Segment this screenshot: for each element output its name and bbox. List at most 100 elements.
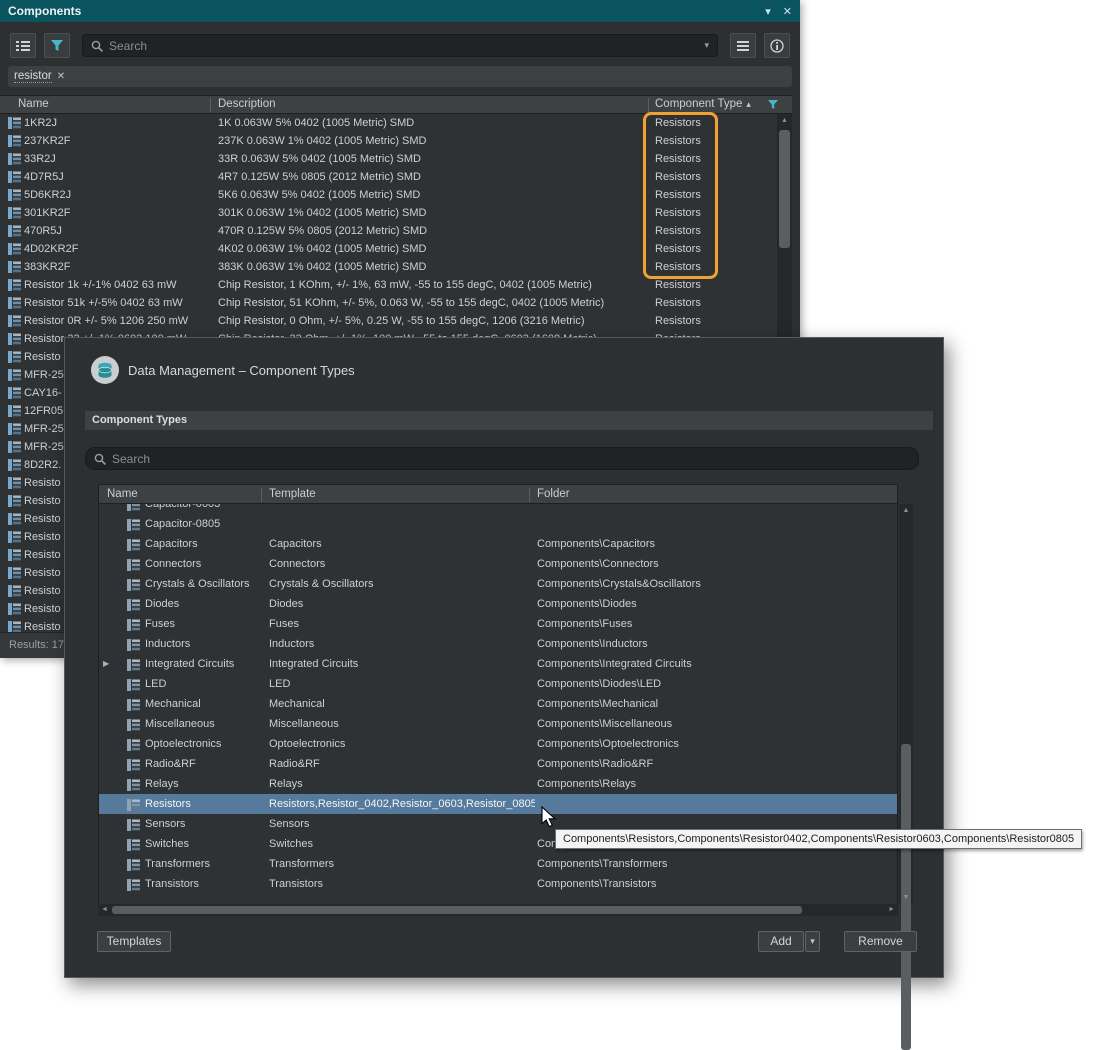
component-type-row[interactable]: ▶ Integrated Circuits Integrated Circuit… bbox=[99, 654, 897, 674]
component-type: Resistors bbox=[655, 186, 701, 204]
remove-button[interactable]: Remove bbox=[844, 931, 917, 952]
expand-icon[interactable]: ▶ bbox=[103, 654, 109, 674]
component-type-row[interactable]: Crystals & Oscillators Crystals & Oscill… bbox=[99, 574, 897, 594]
scroll-up-icon[interactable]: ▲ bbox=[899, 507, 913, 514]
component-type: Resistors bbox=[655, 258, 701, 276]
type-folder: Components\Fuses bbox=[537, 614, 632, 634]
component-type-row[interactable]: Fuses Fuses Components\Fuses bbox=[99, 614, 897, 634]
component-type-row[interactable]: Inductors Inductors Components\Inductors bbox=[99, 634, 897, 654]
table-row[interactable]: Resistor 1k +/-1% 0402 63 mW Chip Resist… bbox=[0, 276, 777, 294]
component-description: 383K 0.063W 1% 0402 (1005 Metric) SMD bbox=[218, 258, 427, 276]
search-icon bbox=[91, 40, 103, 52]
component-description: 301K 0.063W 1% 0402 (1005 Metric) SMD bbox=[218, 204, 427, 222]
component-type-row[interactable]: Diodes Diodes Components\Diodes bbox=[99, 594, 897, 614]
type-name: Crystals & Oscillators bbox=[145, 574, 250, 594]
search-history-dropdown-icon[interactable]: ▾ bbox=[704, 40, 709, 51]
type-template: Mechanical bbox=[269, 694, 325, 714]
component-type-row[interactable]: LED LED Components\Diodes\LED bbox=[99, 674, 897, 694]
component-type-row[interactable]: Connectors Connectors Components\Connect… bbox=[99, 554, 897, 574]
component-name: 301KR2F bbox=[24, 204, 70, 222]
filter-chip-label[interactable]: resistor bbox=[14, 70, 52, 83]
table-row[interactable]: 1KR2J 1K 0.063W 5% 0402 (1005 Metric) SM… bbox=[0, 114, 777, 132]
table-row[interactable]: 4D7R5J 4R7 0.125W 5% 0805 (2012 Metric) … bbox=[0, 168, 777, 186]
component-type-row[interactable]: Relays Relays Components\Relays bbox=[99, 774, 897, 794]
type-folder: Components\Transistors bbox=[537, 874, 656, 894]
type-folder: Components\Integrated Circuits bbox=[537, 654, 692, 674]
add-button[interactable]: Add bbox=[758, 931, 804, 952]
column-header-folder[interactable]: Folder bbox=[537, 485, 570, 503]
table-row[interactable]: 383KR2F 383K 0.063W 1% 0402 (1005 Metric… bbox=[0, 258, 777, 276]
table-row[interactable]: 301KR2F 301K 0.063W 1% 0402 (1005 Metric… bbox=[0, 204, 777, 222]
type-template: Inductors bbox=[269, 634, 314, 654]
type-name: Resistors bbox=[145, 794, 191, 814]
component-name: 237KR2F bbox=[24, 132, 70, 150]
type-template: Switches bbox=[269, 834, 313, 854]
type-name: LED bbox=[145, 674, 166, 694]
component-type-row[interactable]: Transformers Transformers Components\Tra… bbox=[99, 854, 897, 874]
type-template: Miscellaneous bbox=[269, 714, 339, 734]
component-type-row[interactable]: Miscellaneous Miscellaneous Components\M… bbox=[99, 714, 897, 734]
column-header-name[interactable]: Name bbox=[18, 96, 49, 113]
dialog-horizontal-scrollbar[interactable]: ◄ ► bbox=[98, 904, 898, 916]
component-description: 4K02 0.063W 1% 0402 (1005 Metric) SMD bbox=[218, 240, 427, 258]
table-row[interactable]: 237KR2F 237K 0.063W 1% 0402 (1005 Metric… bbox=[0, 132, 777, 150]
filter-chip-close-icon[interactable]: ✕ bbox=[57, 71, 65, 82]
component-name: Resisto bbox=[24, 582, 61, 600]
type-template: Transformers bbox=[269, 854, 334, 874]
type-name: Sensors bbox=[145, 814, 185, 834]
scroll-down-icon[interactable]: ▼ bbox=[899, 894, 913, 901]
component-description: Chip Resistor, 1 KOhm, +/- 1%, 63 mW, -5… bbox=[218, 276, 592, 294]
info-button[interactable] bbox=[764, 33, 790, 58]
type-name: Inductors bbox=[145, 634, 190, 654]
type-folder: Components\Crystals&Oscillators bbox=[537, 574, 701, 594]
panel-menu-icon[interactable]: ▾ bbox=[765, 5, 771, 18]
panel-titlebar: Components ▾ ✕ bbox=[0, 0, 800, 22]
type-template: Radio&RF bbox=[269, 754, 320, 774]
templates-button[interactable]: Templates bbox=[97, 931, 171, 952]
panel-options-button[interactable] bbox=[730, 33, 756, 58]
component-type-icon bbox=[127, 878, 140, 898]
info-icon bbox=[770, 39, 784, 53]
component-type-row[interactable]: Capacitors Capacitors Components\Capacit… bbox=[99, 534, 897, 554]
component-name: 12FR05 bbox=[24, 402, 63, 420]
component-type-row[interactable]: Optoelectronics Optoelectronics Componen… bbox=[99, 734, 897, 754]
column-header-component-type[interactable]: Component Type▴ bbox=[655, 96, 751, 113]
sort-ascending-icon: ▴ bbox=[746, 99, 751, 109]
component-type: Resistors bbox=[655, 240, 701, 258]
component-name: Resisto bbox=[24, 600, 61, 618]
column-header-template[interactable]: Template bbox=[269, 485, 316, 503]
table-row[interactable]: 33R2J 33R 0.063W 5% 0402 (1005 Metric) S… bbox=[0, 150, 777, 168]
table-row[interactable]: 5D6KR2J 5K6 0.063W 5% 0402 (1005 Metric)… bbox=[0, 186, 777, 204]
component-type-row[interactable]: Capacitor-0805 bbox=[99, 514, 897, 534]
component-type-row[interactable]: Capacitor-0603 bbox=[99, 504, 897, 514]
column-header-description[interactable]: Description bbox=[218, 96, 276, 113]
close-icon[interactable]: ✕ bbox=[783, 5, 792, 18]
component-type-row[interactable]: Resistors Resistors,Resistor_0402,Resist… bbox=[99, 794, 897, 814]
table-row[interactable]: Resistor 0R +/- 5% 1206 250 mW Chip Resi… bbox=[0, 312, 777, 330]
scrollbar-thumb[interactable] bbox=[112, 906, 802, 914]
component-type-row[interactable]: Radio&RF Radio&RF Components\Radio&RF bbox=[99, 754, 897, 774]
table-row[interactable]: Resistor 51k +/-5% 0402 63 mW Chip Resis… bbox=[0, 294, 777, 312]
component-description: 5K6 0.063W 5% 0402 (1005 Metric) SMD bbox=[218, 186, 420, 204]
type-template: Sensors bbox=[269, 814, 309, 834]
component-description: Chip Resistor, 0 Ohm, +/- 5%, 0.25 W, -5… bbox=[218, 312, 585, 330]
search-input[interactable] bbox=[109, 39, 698, 53]
add-dropdown-button[interactable]: ▾ bbox=[805, 931, 820, 952]
table-row[interactable]: 4D02KR2F 4K02 0.063W 1% 0402 (1005 Metri… bbox=[0, 240, 777, 258]
component-description: Chip Resistor, 51 KOhm, +/- 5%, 0.063 W,… bbox=[218, 294, 604, 312]
type-folder: Components\Diodes\LED bbox=[537, 674, 661, 694]
scroll-up-icon[interactable]: ▲ bbox=[777, 117, 792, 124]
list-view-button[interactable] bbox=[10, 33, 36, 58]
table-row[interactable]: 470R5J 470R 0.125W 5% 0805 (2012 Metric)… bbox=[0, 222, 777, 240]
component-type-row[interactable]: Mechanical Mechanical Components\Mechani… bbox=[99, 694, 897, 714]
scroll-left-icon[interactable]: ◄ bbox=[101, 904, 108, 916]
scrollbar-thumb[interactable] bbox=[779, 130, 790, 248]
type-template: Resistors,Resistor_0402,Resistor_0603,Re… bbox=[269, 794, 535, 814]
component-type-row[interactable]: Transistors Transistors Components\Trans… bbox=[99, 874, 897, 894]
column-header-name[interactable]: Name bbox=[107, 485, 138, 503]
filter-button[interactable] bbox=[44, 33, 70, 58]
dialog-search-input[interactable] bbox=[112, 452, 910, 466]
scroll-right-icon[interactable]: ► bbox=[888, 904, 895, 916]
component-name: Resisto bbox=[24, 474, 61, 492]
component-name: 4D02KR2F bbox=[24, 240, 78, 258]
